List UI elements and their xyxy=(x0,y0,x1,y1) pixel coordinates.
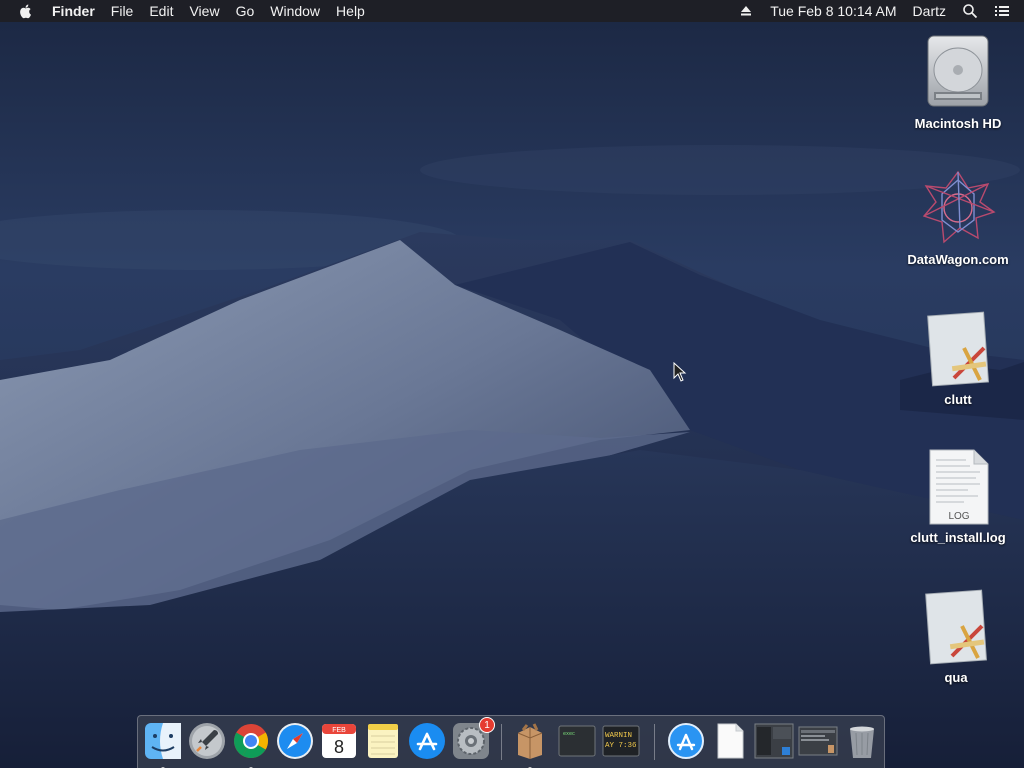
console-thumb-line1: WARNIN xyxy=(605,732,632,740)
notes-icon xyxy=(368,724,398,758)
log-file-icon: LOG xyxy=(929,449,989,525)
menu-bar-status-area: Tue Feb 8 10:14 AM Dartz xyxy=(730,0,1024,22)
app-store-icon xyxy=(409,723,445,759)
dock-calendar[interactable]: FEB 8 xyxy=(319,721,359,761)
document-icon xyxy=(717,723,744,759)
desktop-icon-label: Macintosh HD xyxy=(914,116,1002,131)
dock-safari[interactable] xyxy=(275,721,315,761)
safari-compass-icon xyxy=(277,723,313,759)
desktop-icon-label: DataWagon.com xyxy=(907,252,1009,267)
calendar-icon: FEB 8 xyxy=(322,724,356,758)
dock-chrome[interactable] xyxy=(231,721,271,768)
desktop-icon-clutt[interactable]: clutt xyxy=(898,308,1018,407)
app-menu-finder[interactable]: Finder xyxy=(44,0,103,22)
hard-drive-icon xyxy=(927,35,989,107)
package-box-icon xyxy=(517,723,543,759)
terminal-icon: exec xyxy=(558,725,596,757)
desktop-icon-label: clutt_install.log xyxy=(910,530,1006,545)
network-volume-icon xyxy=(922,170,996,244)
app-script-icon xyxy=(927,311,989,387)
app-script-icon xyxy=(925,589,987,665)
desktop-icon-macintosh-hd[interactable]: Macintosh HD xyxy=(898,32,1018,131)
notification-center-icon[interactable] xyxy=(986,3,1024,19)
menu-go[interactable]: Go xyxy=(228,0,263,22)
launchpad-rocket-icon xyxy=(189,723,225,759)
menu-file[interactable]: File xyxy=(103,0,142,22)
dock-system-preferences[interactable]: 1 xyxy=(451,717,495,761)
dock-launchpad[interactable] xyxy=(187,721,227,761)
desktop-icon-clutt-install-log[interactable]: LOG clutt_install.log xyxy=(898,446,1018,545)
calendar-day: 8 xyxy=(334,737,344,757)
dock-app-store[interactable] xyxy=(407,721,447,761)
mouse-cursor-icon xyxy=(673,362,687,382)
dock-separator xyxy=(501,724,502,760)
desktop-icon-label: qua xyxy=(944,670,968,685)
console-thumb-line2: AY 7:36 xyxy=(605,742,637,750)
menu-bar: Finder File Edit View Go Window Help Tue… xyxy=(0,0,1024,22)
desktop-icon-datawagon[interactable]: DataWagon.com xyxy=(898,168,1018,267)
dock-installer[interactable] xyxy=(510,721,550,768)
eject-icon[interactable] xyxy=(730,3,762,19)
dock: FEB 8 1 exec WARNIN AY 7:36 xyxy=(137,715,885,768)
terminal-thumb-text: exec xyxy=(563,731,575,737)
calendar-month: FEB xyxy=(332,727,346,734)
finder-icon xyxy=(145,723,181,759)
notification-badge: 1 xyxy=(479,717,495,733)
dock-screenshot-1[interactable] xyxy=(754,721,794,761)
dock-separator xyxy=(654,724,655,760)
desktop-icon-label: clutt xyxy=(944,392,972,407)
desktop-icon-qua[interactable]: qua xyxy=(896,586,1016,685)
user-menu[interactable]: Dartz xyxy=(905,0,954,22)
clock[interactable]: Tue Feb 8 10:14 AM xyxy=(762,0,904,22)
dock-notes[interactable] xyxy=(363,721,403,761)
applications-stack-icon xyxy=(668,723,704,759)
menu-view[interactable]: View xyxy=(181,0,227,22)
log-badge-text: LOG xyxy=(948,511,969,522)
wallpaper-image xyxy=(0,0,1024,768)
screenshot-thumbnail-icon xyxy=(798,726,838,756)
dock-trash[interactable] xyxy=(842,721,882,761)
desktop[interactable]: Finder File Edit View Go Window Help Tue… xyxy=(0,0,1024,768)
screenshot-thumbnail-icon xyxy=(754,723,794,759)
dock-applications-folder[interactable] xyxy=(666,721,706,761)
menu-window[interactable]: Window xyxy=(262,0,328,22)
menu-edit[interactable]: Edit xyxy=(141,0,181,22)
dock-finder[interactable] xyxy=(143,721,183,768)
console-icon: WARNIN AY 7:36 xyxy=(602,725,640,757)
dock-terminal[interactable]: exec xyxy=(557,721,597,761)
apple-menu-icon[interactable] xyxy=(18,3,34,19)
dock-document[interactable] xyxy=(710,721,750,761)
menu-help[interactable]: Help xyxy=(328,0,373,22)
dock-screenshot-2[interactable] xyxy=(798,721,838,761)
trash-icon xyxy=(850,726,874,758)
dock-console[interactable]: WARNIN AY 7:36 xyxy=(601,721,641,761)
spotlight-search-icon[interactable] xyxy=(954,3,986,19)
chrome-icon xyxy=(234,724,268,758)
